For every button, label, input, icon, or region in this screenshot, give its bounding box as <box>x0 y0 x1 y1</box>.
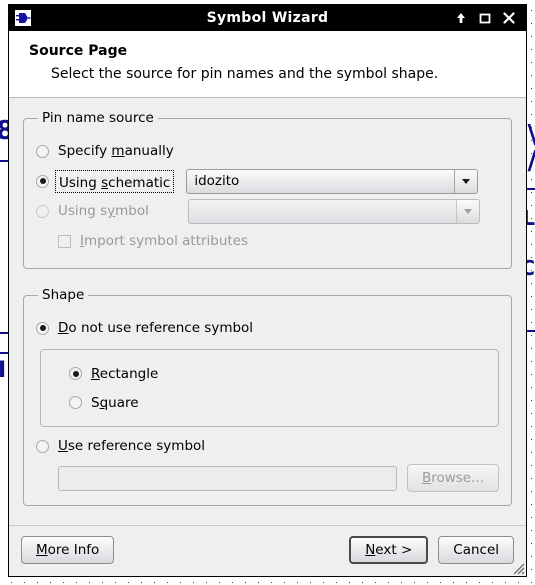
label-using-symbol: Using symbol <box>58 203 149 219</box>
reference-path-row: Browse... <box>36 463 499 493</box>
use-reference-row[interactable]: Use reference symbol <box>36 431 499 461</box>
reference-path-input <box>58 465 397 491</box>
dialog-body: Pin name source Specify manually Using s… <box>9 98 526 525</box>
symbol-combobox-value <box>189 200 456 223</box>
window-title: Symbol Wizard <box>206 10 329 26</box>
background-schematic-glyph: \ <box>528 122 535 148</box>
chevron-down-icon[interactable] <box>454 169 478 193</box>
label-specify-manually: Specify manually <box>58 143 174 159</box>
specify-manually-row[interactable]: Specify manually <box>36 136 499 166</box>
schematic-combobox[interactable]: idozito <box>186 168 479 194</box>
close-button[interactable] <box>502 12 515 25</box>
cancel-button[interactable]: Cancel <box>438 536 514 564</box>
label-square: Square <box>91 394 139 411</box>
shade-button[interactable] <box>454 12 467 25</box>
label-do-not-use-reference-symbol: Do not use reference symbol <box>58 320 254 336</box>
chip-symbol-icon <box>14 9 32 27</box>
page-title: Source Page <box>29 43 128 59</box>
next-button[interactable]: Next > <box>349 536 429 564</box>
shape-group: Shape Do not use reference symbol Rectan… <box>23 287 512 506</box>
label-using-schematic: Using schematic <box>59 174 171 191</box>
maximize-button[interactable] <box>478 12 491 25</box>
radio-do-not-use-reference-symbol[interactable] <box>36 321 49 335</box>
radio-square[interactable] <box>69 396 82 409</box>
radio-using-symbol <box>36 204 49 218</box>
radio-use-reference-symbol[interactable] <box>36 439 49 453</box>
shape-legend: Shape <box>42 287 85 303</box>
dialog-header: Source Page Select the source for pin na… <box>9 31 526 98</box>
resize-grip[interactable] <box>510 560 525 575</box>
pin-name-source-group: Pin name source Specify manually Using s… <box>23 110 512 269</box>
footer-actions: Next > Cancel <box>349 536 514 564</box>
import-symbol-attributes-row: Import symbol attributes <box>36 226 499 256</box>
label-rectangle: Rectangle <box>91 365 159 382</box>
pin-name-source-legend: Pin name source <box>42 110 154 126</box>
using-schematic-row[interactable]: Using schematic idozito <box>36 166 499 196</box>
shape-subpanel: Rectangle Square <box>40 349 499 427</box>
do-not-use-reference-row[interactable]: Do not use reference symbol <box>36 313 499 343</box>
background-schematic-glyph: / <box>528 148 535 174</box>
browse-button: Browse... <box>406 464 499 492</box>
symbol-combobox <box>187 198 480 224</box>
focus-ring: Using schematic <box>55 169 175 193</box>
rectangle-row[interactable]: Rectangle <box>69 359 498 388</box>
title-bar[interactable]: Symbol Wizard <box>9 5 526 31</box>
dialog-footer: More Info Next > Cancel <box>9 525 526 576</box>
symbol-wizard-dialog: Symbol Wizard Source Page Select the sou… <box>8 4 527 577</box>
label-use-reference-symbol: Use reference symbol <box>58 438 206 454</box>
square-row[interactable]: Square <box>69 388 498 417</box>
window-controls <box>454 12 526 25</box>
schematic-combobox-value: idozito <box>194 173 240 189</box>
background-schematic-glyph: I <box>0 358 7 383</box>
radio-rectangle[interactable] <box>69 367 82 380</box>
more-info-button[interactable]: More Info <box>21 536 115 564</box>
label-import-symbol-attributes: Import symbol attributes <box>80 233 249 249</box>
radio-using-schematic[interactable] <box>36 174 49 188</box>
page-subtitle: Select the source for pin names and the … <box>51 66 439 82</box>
chevron-down-icon <box>455 199 479 223</box>
radio-specify-manually[interactable] <box>36 144 49 158</box>
using-symbol-row: Using symbol <box>36 196 499 226</box>
checkbox-import-symbol-attributes <box>58 234 71 248</box>
